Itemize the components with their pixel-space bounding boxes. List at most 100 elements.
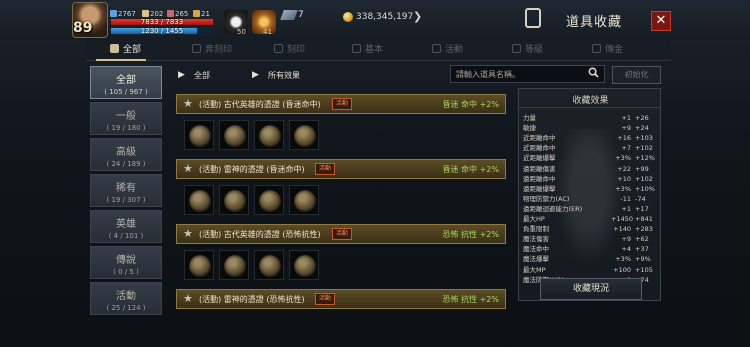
effect-row: 力量 +1 +26 xyxy=(523,113,658,123)
tab-event[interactable]: 活動 xyxy=(432,40,463,61)
filter-effect-chevron-icon[interactable]: ▶ xyxy=(252,70,259,80)
collection-header[interactable]: ★ (活動) 古代英雄的憑證 (昏迷命中) 活動 昏迷 命中 +2% xyxy=(176,94,506,114)
stat-power: 265 xyxy=(167,10,188,18)
collection-effects-panel[interactable]: 收藏效果 力量 +1 +26 敏捷 +9 +24 近距離命中 +16 +103 近距離命中 +7 +1… xyxy=(518,88,661,301)
helmet-icon xyxy=(352,44,361,53)
effect-value-total: +12% xyxy=(635,154,655,163)
collection-header[interactable]: ★ (活動) 雷神的憑證 (昏迷命中) 活動 昏迷 命中 +2% xyxy=(176,159,506,179)
category-name: 一般 xyxy=(116,111,136,122)
item-slot[interactable] xyxy=(254,185,284,215)
item-slot[interactable] xyxy=(289,185,319,215)
collection-effect: 恐怖 抗性 +2% xyxy=(442,230,499,239)
mark-icon xyxy=(274,44,283,53)
category-legend[interactable]: 傳說 ( 0 / 5 ) xyxy=(90,246,162,279)
feather-icon[interactable] xyxy=(280,10,298,20)
favorite-star-icon[interactable]: ★ xyxy=(183,293,193,305)
effect-name: 遠距離迴避能力(ER) xyxy=(523,204,583,213)
effect-row: 近距離爆擊 +3% +12% xyxy=(523,153,658,163)
tab-engrave-plus[interactable]: 奔刻印 xyxy=(192,40,232,61)
tab-all[interactable]: 全部 xyxy=(110,40,141,61)
buff-count-b: 41 xyxy=(263,28,272,36)
item-slot[interactable] xyxy=(289,120,319,150)
buff-count-a: 50 xyxy=(237,28,246,36)
active-tab-indicator xyxy=(96,59,146,61)
tab-legend[interactable]: 傳金 xyxy=(592,40,623,61)
category-event[interactable]: 活動 ( 25 / 124 ) xyxy=(90,282,162,315)
filter-grade-chevron-icon[interactable]: ▶ xyxy=(178,70,185,80)
category-all[interactable]: 全部 ( 105 / 967 ) xyxy=(90,66,162,99)
item-slot[interactable] xyxy=(289,250,319,280)
tab-basic[interactable]: 基本 xyxy=(352,40,383,61)
category-rare[interactable]: 稀有 ( 19 / 307 ) xyxy=(90,174,162,207)
effect-name: 近距離命中 xyxy=(523,144,556,153)
effect-row: 魔法傷害 +9 +62 xyxy=(523,234,658,244)
tab-engrave[interactable]: 刻印 xyxy=(274,40,305,61)
effect-value-total: -74 xyxy=(635,194,646,203)
effect-value-total: +841 xyxy=(635,215,653,223)
effect-value-current: +16 xyxy=(617,134,631,143)
collection-list: ★ (活動) 古代英雄的憑證 (昏迷命中) 活動 昏迷 命中 +2% ★ (活動… xyxy=(172,88,510,347)
collection-effect: 恐怖 抗性 +2% xyxy=(442,295,499,304)
stat-attack: 202 xyxy=(142,10,163,18)
category-name: 高級 xyxy=(116,147,136,158)
item-slot[interactable] xyxy=(254,120,284,150)
token-icon xyxy=(294,190,316,212)
effect-name: 負重限制 xyxy=(523,225,549,234)
item-slot[interactable] xyxy=(184,120,214,150)
collection-effect: 昏迷 命中 +2% xyxy=(442,165,499,174)
token-icon xyxy=(189,255,211,277)
category-name: 傳說 xyxy=(116,255,136,266)
favorite-star-icon[interactable]: ★ xyxy=(183,228,193,240)
sword-icon xyxy=(142,10,149,17)
category-advanced[interactable]: 高級 ( 24 / 189 ) xyxy=(90,138,162,171)
search-input[interactable] xyxy=(450,65,605,83)
item-slot[interactable] xyxy=(184,250,214,280)
collection-name: (活動) 雷神的憑證 (昏迷命中) xyxy=(199,165,305,174)
effect-value-current: +22 xyxy=(617,164,631,173)
effect-row: 負重限制 +140 +283 xyxy=(523,224,658,234)
item-slot[interactable] xyxy=(254,250,284,280)
filter-effect-dropdown[interactable]: 所有效果 xyxy=(268,70,300,81)
tab-level[interactable]: 等級 xyxy=(512,40,543,61)
top-bar: 89 2767 202 265 21 7833 / 7833 1230 / 14… xyxy=(0,0,750,40)
token-icon xyxy=(189,125,211,147)
collection-status-button[interactable]: 收藏現況 xyxy=(540,278,642,300)
mp-label: 1230 / 1455 xyxy=(140,27,184,35)
token-icon xyxy=(294,255,316,277)
search-icon[interactable] xyxy=(588,67,599,78)
favorite-star-icon[interactable]: ★ xyxy=(183,98,193,110)
favorite-star-icon[interactable]: ★ xyxy=(183,163,193,175)
collection-name: (活動) 古代英雄的憑證 (昏迷命中) xyxy=(199,100,321,109)
effect-value-total: +283 xyxy=(635,225,653,234)
gold-coin-icon xyxy=(343,12,353,22)
close-button[interactable]: ✕ xyxy=(651,11,671,31)
category-hero[interactable]: 英雄 ( 4 / 101 ) xyxy=(90,210,162,243)
hp-label: 7833 / 7833 xyxy=(140,18,184,26)
event-badge: 活動 xyxy=(315,163,335,175)
divider xyxy=(519,107,660,108)
collection-effect: 昏迷 命中 +2% xyxy=(442,100,499,109)
effect-value-current: +9 xyxy=(621,235,631,244)
filter-grade-dropdown[interactable]: 全部 xyxy=(194,70,210,81)
category-normal[interactable]: 一般 ( 19 / 180 ) xyxy=(90,102,162,135)
tab-label: 全部 xyxy=(123,45,142,55)
item-slot[interactable] xyxy=(219,250,249,280)
token-icon xyxy=(224,255,246,277)
token-icon xyxy=(224,125,246,147)
effect-row: 遠距離迴避能力(ER) +1 +17 xyxy=(523,204,658,214)
chevron-right-icon[interactable]: ❯ xyxy=(413,10,422,23)
collection-screen: 89 2767 202 265 21 7833 / 7833 1230 / 14… xyxy=(0,0,750,347)
stamp-icon xyxy=(192,44,201,53)
item-slot[interactable] xyxy=(219,185,249,215)
reset-button[interactable]: 初始化 xyxy=(612,66,661,84)
event-badge: 活動 xyxy=(315,293,335,305)
collection-header[interactable]: ★ (活動) 古代英雄的憑證 (恐怖抗性) 活動 恐怖 抗性 +2% xyxy=(176,224,506,244)
gold-amount: 338,345,197 xyxy=(356,12,414,22)
effect-value-total: +103 xyxy=(635,134,653,143)
effect-value-total: +62 xyxy=(635,235,649,244)
effects-title: 收藏效果 xyxy=(572,96,609,106)
tab-label: 傳金 xyxy=(605,45,624,55)
item-slot[interactable] xyxy=(219,120,249,150)
collection-header[interactable]: ★ (活動) 雷神的憑證 (恐怖抗性) 活動 恐怖 抗性 +2% xyxy=(176,289,506,309)
item-slot[interactable] xyxy=(184,185,214,215)
